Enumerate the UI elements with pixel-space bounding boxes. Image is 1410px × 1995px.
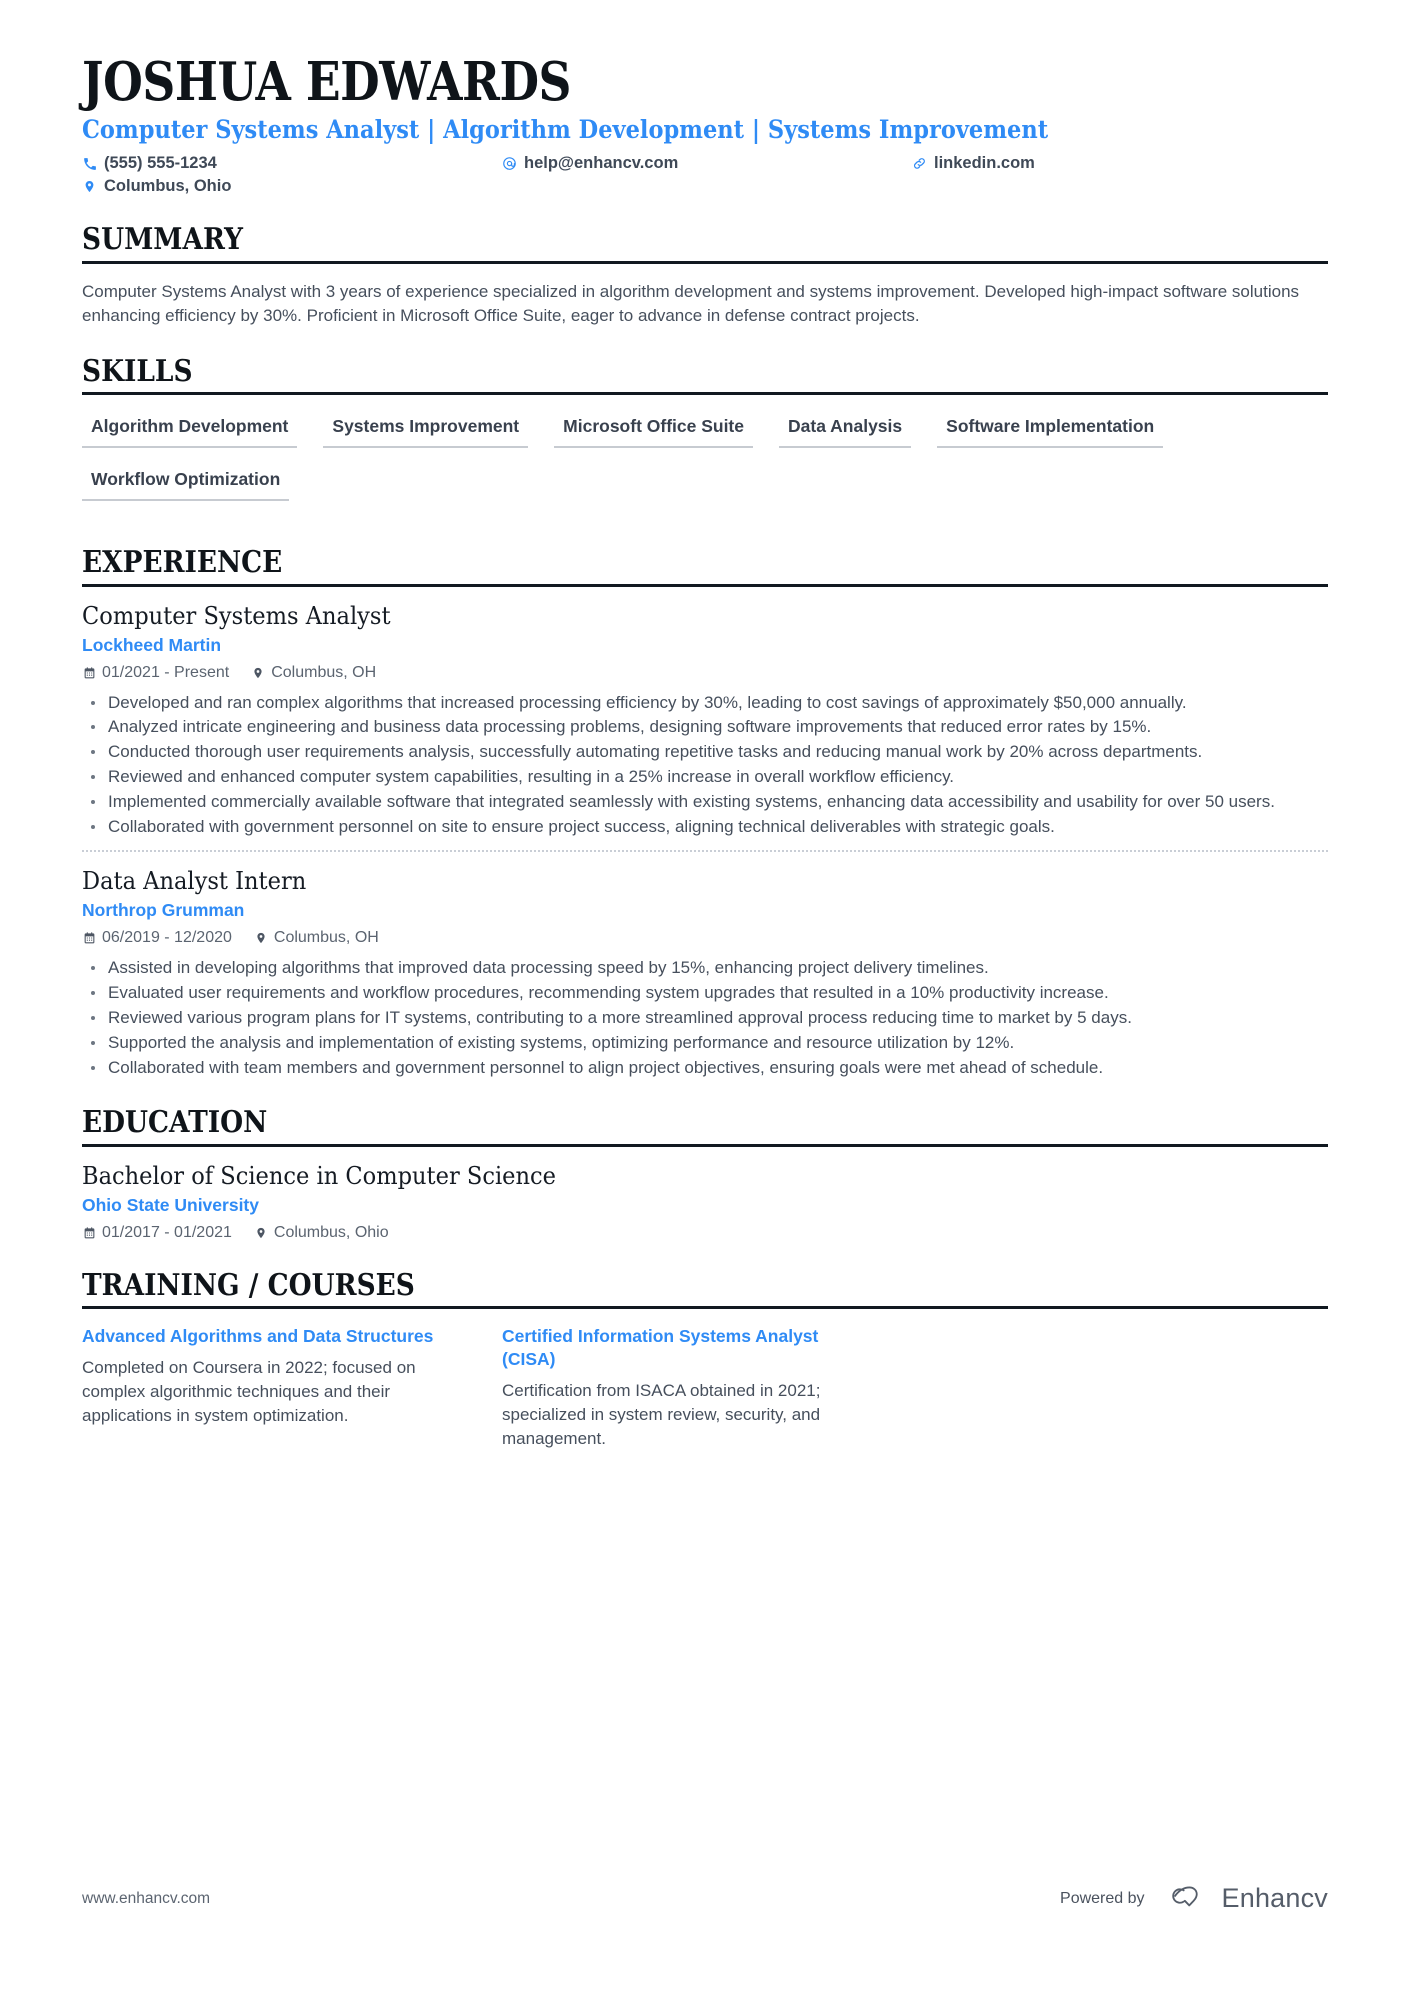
- footer-url[interactable]: www.enhancv.com: [82, 1890, 210, 1908]
- contact-email-text: help@enhancv.com: [524, 154, 679, 173]
- phone-icon: [82, 156, 97, 171]
- job-location: Columbus, OH: [254, 929, 379, 947]
- contact-location-text: Columbus, Ohio: [104, 177, 232, 196]
- job-title: Computer Systems Analyst: [82, 600, 391, 630]
- bullet-item: Evaluated user requirements and workflow…: [82, 981, 1328, 1005]
- education-location: Columbus, Ohio: [254, 1224, 389, 1242]
- company-name[interactable]: Northrop Grumman: [82, 900, 1328, 921]
- section-title-skills: SKILLS: [82, 353, 193, 389]
- section-experience: EXPERIENCE Computer Systems Analyst Lock…: [82, 547, 1328, 1079]
- section-skills: SKILLS Algorithm Development Systems Imp…: [82, 356, 1328, 520]
- job-bullets: Developed and ran complex algorithms tha…: [82, 691, 1328, 839]
- location-icon: [254, 931, 268, 946]
- job-dates: 01/2021 - Present: [82, 664, 229, 682]
- company-name[interactable]: Lockheed Martin: [82, 635, 1328, 656]
- job-title: Data Analyst Intern: [82, 866, 307, 896]
- job-dates-text: 06/2019 - 12/2020: [102, 929, 232, 947]
- section-title-education: EDUCATION: [82, 1105, 268, 1141]
- contact-email[interactable]: help@enhancv.com: [502, 154, 912, 173]
- course-title[interactable]: Advanced Algorithms and Data Structures: [82, 1325, 442, 1348]
- contact-info: (555) 555-1234 help@enhancv.com linkedin…: [82, 154, 1328, 196]
- section-divider: [82, 1306, 1328, 1310]
- page-footer: www.enhancv.com Powered by Enhancv: [82, 1882, 1328, 1915]
- resume-page: JOSHUA EDWARDS Computer Systems Analyst …: [0, 0, 1410, 1995]
- section-title-summary: SUMMARY: [82, 222, 243, 258]
- location-icon: [251, 665, 265, 680]
- degree-title: Bachelor of Science in Computer Science: [82, 1160, 557, 1190]
- bullet-item: Reviewed various program plans for IT sy…: [82, 1006, 1328, 1030]
- skill-item: Workflow Optimization: [82, 466, 290, 502]
- bullet-item: Supported the analysis and implementatio…: [82, 1031, 1328, 1055]
- job-location-text: Columbus, OH: [273, 929, 379, 947]
- bullet-item: Assisted in developing algorithms that i…: [82, 956, 1328, 980]
- section-title-experience: EXPERIENCE: [82, 545, 283, 581]
- job-meta: 01/2021 - Present Columbus, OH: [82, 664, 1328, 682]
- job-dates-text: 01/2021 - Present: [102, 663, 230, 681]
- experience-entry: Data Analyst Intern Northrop Grumman 06/…: [82, 866, 1328, 1079]
- course-description: Completed on Coursera in 2022; focused o…: [82, 1357, 416, 1426]
- section-divider: [82, 583, 1328, 587]
- resume-header: JOSHUA EDWARDS Computer Systems Analyst …: [82, 55, 1328, 196]
- powered-by-label: Powered by: [1060, 1889, 1145, 1907]
- enhancv-wordmark: Enhancv: [1221, 1883, 1328, 1913]
- course-title[interactable]: Certified Information Systems Analyst (C…: [502, 1325, 862, 1371]
- courses-list: Advanced Algorithms and Data Structures …: [82, 1325, 1328, 1451]
- contact-linkedin[interactable]: linkedin.com: [912, 154, 1328, 173]
- entry-separator: [82, 850, 1328, 853]
- enhancv-mark-icon: [1163, 1882, 1213, 1915]
- calendar-icon: [82, 1225, 96, 1240]
- bullet-item: Analyzed intricate engineering and busin…: [82, 715, 1328, 739]
- job-location-text: Columbus, OH: [271, 663, 377, 681]
- section-training: TRAINING / COURSES Advanced Algorithms a…: [82, 1270, 1328, 1451]
- section-divider: [82, 1143, 1328, 1147]
- job-meta: 06/2019 - 12/2020 Columbus, OH: [82, 929, 1328, 947]
- professional-headline: Computer Systems Analyst | Algorithm Dev…: [82, 115, 1049, 145]
- bullet-item: Developed and ran complex algorithms tha…: [82, 691, 1328, 715]
- education-dates: 01/2017 - 01/2021: [82, 1224, 232, 1242]
- job-bullets: Assisted in developing algorithms that i…: [82, 956, 1328, 1079]
- location-icon: [82, 179, 97, 194]
- job-location: Columbus, OH: [251, 664, 376, 682]
- education-entry: Bachelor of Science in Computer Science …: [82, 1161, 1328, 1242]
- section-divider: [82, 260, 1328, 264]
- skill-item: Data Analysis: [779, 413, 912, 449]
- education-meta: 01/2017 - 01/2021 Columbus, Ohio: [82, 1224, 1328, 1242]
- section-summary: SUMMARY Computer Systems Analyst with 3 …: [82, 224, 1328, 328]
- summary-text: Computer Systems Analyst with 3 years of…: [82, 281, 1300, 325]
- job-dates: 06/2019 - 12/2020: [82, 929, 232, 947]
- experience-entry: Computer Systems Analyst Lockheed Martin…: [82, 601, 1328, 839]
- section-education: EDUCATION Bachelor of Science in Compute…: [82, 1107, 1328, 1241]
- link-icon: [912, 156, 927, 171]
- contact-phone-text: (555) 555-1234: [104, 154, 217, 173]
- course-description: Certification from ISACA obtained in 202…: [502, 1380, 821, 1448]
- skills-list: Algorithm Development Systems Improvemen…: [82, 413, 1328, 519]
- email-icon: [502, 156, 517, 171]
- bullet-item: Implemented commercially available softw…: [82, 790, 1328, 814]
- calendar-icon: [82, 665, 96, 680]
- bullet-item: Collaborated with team members and gover…: [82, 1056, 1328, 1080]
- enhancv-logo: Enhancv: [1163, 1882, 1328, 1915]
- skill-item: Software Implementation: [937, 413, 1164, 449]
- skill-item: Microsoft Office Suite: [554, 413, 753, 449]
- contact-linkedin-text: linkedin.com: [934, 154, 1035, 173]
- course-item: Certified Information Systems Analyst (C…: [502, 1325, 922, 1451]
- school-name[interactable]: Ohio State University: [82, 1195, 1328, 1216]
- location-icon: [254, 1225, 268, 1240]
- contact-phone[interactable]: (555) 555-1234: [82, 154, 502, 173]
- course-item: Advanced Algorithms and Data Structures …: [82, 1325, 502, 1451]
- footer-branding: Powered by Enhancv: [1060, 1882, 1328, 1915]
- skill-item: Algorithm Development: [82, 413, 298, 449]
- contact-location: Columbus, Ohio: [82, 177, 502, 196]
- bullet-item: Reviewed and enhanced computer system ca…: [82, 765, 1328, 789]
- section-title-training: TRAINING / COURSES: [82, 1267, 415, 1303]
- education-dates-text: 01/2017 - 01/2021: [102, 1223, 232, 1241]
- skill-item: Systems Improvement: [323, 413, 529, 449]
- calendar-icon: [82, 931, 96, 946]
- section-divider: [82, 392, 1328, 396]
- bullet-item: Conducted thorough user requirements ana…: [82, 740, 1328, 764]
- bullet-item: Collaborated with government personnel o…: [82, 815, 1328, 839]
- page-title: JOSHUA EDWARDS: [82, 51, 572, 113]
- education-location-text: Columbus, Ohio: [273, 1223, 389, 1241]
